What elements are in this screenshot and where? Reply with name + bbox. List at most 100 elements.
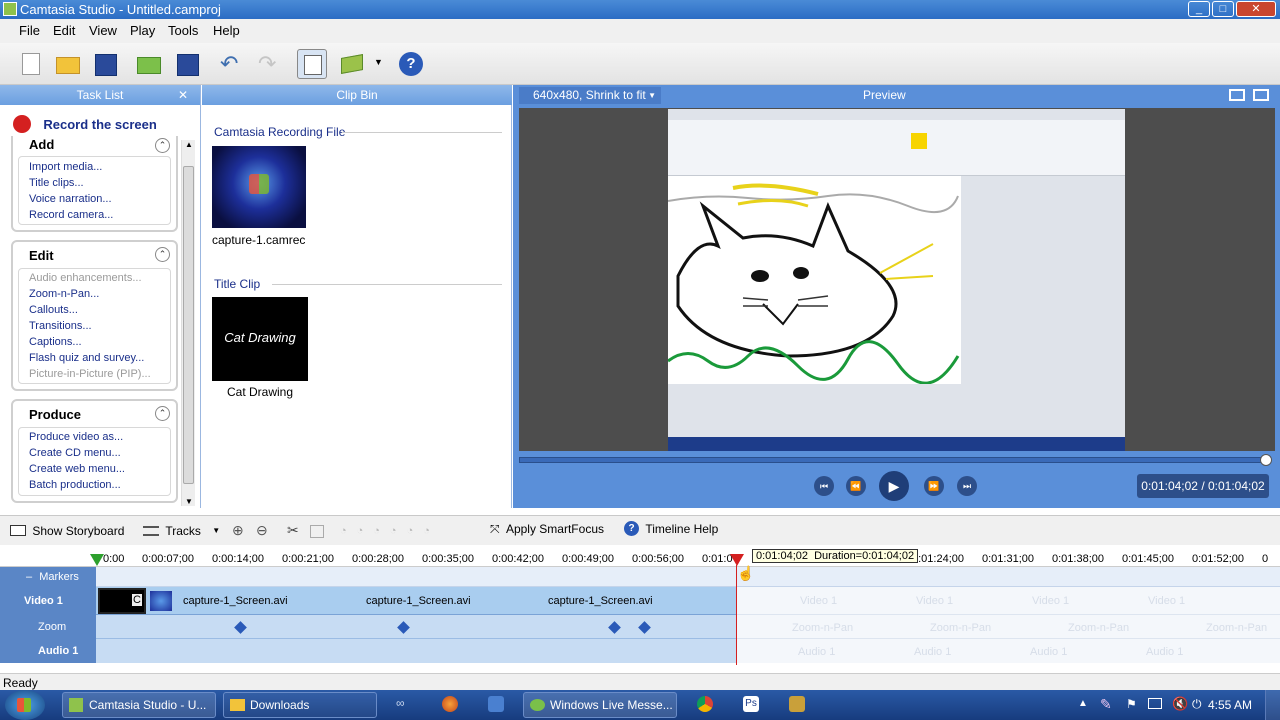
ghost-video-label: Video 1 xyxy=(800,595,838,607)
markers-lane[interactable] xyxy=(96,567,1280,587)
seek-handle[interactable] xyxy=(1260,454,1272,466)
callouts-link[interactable]: Callouts... xyxy=(29,304,78,316)
apply-smartfocus-button[interactable]: ⤧ Apply SmartFocus xyxy=(490,522,604,537)
collapse-edit-icon[interactable]: ⌃ xyxy=(155,247,170,262)
power-icon[interactable]: ⏻ xyxy=(1192,697,1202,712)
zoom-n-pan-link[interactable]: Zoom-n-Pan... xyxy=(29,288,99,300)
collapse-add-icon[interactable]: ⌃ xyxy=(155,138,170,153)
title-clip-thumbnail[interactable]: Cat Drawing xyxy=(212,297,308,381)
import-media-button[interactable] xyxy=(134,49,164,79)
taskbar-messenger[interactable]: Windows Live Messe... xyxy=(523,692,677,718)
fast-forward-button[interactable]: ⏩ xyxy=(924,476,944,496)
scroll-up-icon[interactable]: ▲ xyxy=(185,140,193,149)
audio1-track-header[interactable]: Audio 1 xyxy=(0,639,96,663)
tray-chevron-icon[interactable]: ▲ xyxy=(1078,698,1088,709)
pen-icon[interactable]: ✎ xyxy=(1100,696,1112,713)
help-button[interactable]: ? xyxy=(396,49,426,79)
maximize-button[interactable]: □ xyxy=(1212,1,1234,17)
voice-narration-link[interactable]: Voice narration... xyxy=(29,193,112,205)
split-icon[interactable] xyxy=(310,525,324,538)
new-project-button[interactable] xyxy=(16,49,46,79)
record-screen-link[interactable]: Record the screen xyxy=(13,115,157,133)
title-clip-on-timeline[interactable]: C xyxy=(98,588,146,614)
chrome-icon[interactable] xyxy=(697,696,713,712)
audio1-lane[interactable] xyxy=(96,639,736,663)
timeline-help-button[interactable]: ? Timeline Help xyxy=(624,521,718,537)
folder-icon xyxy=(230,699,245,711)
markers-track-header[interactable]: – Markers xyxy=(0,567,96,587)
scroll-thumb[interactable] xyxy=(183,166,194,484)
record-camera-link[interactable]: Record camera... xyxy=(29,209,113,221)
play-button[interactable]: ▶ xyxy=(879,471,909,501)
menu-view[interactable]: View xyxy=(89,23,117,38)
batch-production-link[interactable]: Batch production... xyxy=(29,479,121,491)
audio-enhancements-link[interactable]: Audio enhancements... xyxy=(29,272,142,284)
ghost-zoom-label: Zoom-n-Pan xyxy=(792,622,854,634)
produce-video-link[interactable]: Produce video as... xyxy=(29,431,123,443)
jump-end-button[interactable]: ⏭ xyxy=(957,476,977,496)
zoom-out-icon[interactable]: ⊖ xyxy=(256,522,268,539)
task-list-scrollbar[interactable]: ▲ ▼ xyxy=(181,140,195,506)
scroll-down-icon[interactable]: ▼ xyxy=(185,497,193,506)
video-clip-label-3[interactable]: capture-1_Screen.avi xyxy=(548,595,653,607)
open-project-button[interactable] xyxy=(53,49,83,79)
preview-seek-bar[interactable] xyxy=(519,457,1269,463)
timeline-toolbar: Show Storyboard Tracks ▼ ⊕ ⊖ ✂ ◔◔◔◔◔◔ ⤧ … xyxy=(0,515,1280,545)
create-web-menu-link[interactable]: Create web menu... xyxy=(29,463,125,475)
taskbar-camtasia[interactable]: Camtasia Studio - U... xyxy=(62,692,216,718)
picture-in-picture-link[interactable]: Picture-in-Picture (PIP)... xyxy=(29,368,151,380)
show-desktop-button[interactable] xyxy=(1265,690,1280,720)
clock[interactable]: 4:55 AM xyxy=(1208,698,1252,712)
ruler-tick-11: 0:01:31;00 xyxy=(982,553,1034,565)
menu-tools[interactable]: Tools xyxy=(168,23,198,38)
transitions-link[interactable]: Transitions... xyxy=(29,320,92,332)
show-storyboard-button[interactable]: Show Storyboard xyxy=(10,523,124,538)
camrec-thumbnail[interactable] xyxy=(212,146,306,228)
flag-icon[interactable]: ⚑ xyxy=(1126,697,1137,711)
jump-start-button[interactable]: ⏮ xyxy=(814,476,834,496)
network-icon[interactable] xyxy=(1148,698,1162,709)
taskbar-downloads[interactable]: Downloads xyxy=(223,692,377,718)
import-media-link[interactable]: Import media... xyxy=(29,161,102,173)
task-list-toggle-button[interactable] xyxy=(297,49,327,79)
zoom-in-icon[interactable]: ⊕ xyxy=(232,522,244,539)
video-clip-label-1[interactable]: capture-1_Screen.avi xyxy=(183,595,288,607)
zoom-track-header[interactable]: Zoom xyxy=(0,615,96,639)
captions-link[interactable]: Captions... xyxy=(29,336,82,348)
detach-preview-icon[interactable] xyxy=(1253,89,1269,101)
firefox-icon[interactable] xyxy=(442,696,458,712)
video-clip-label-2[interactable]: capture-1_Screen.avi xyxy=(366,595,471,607)
start-marker[interactable] xyxy=(90,554,104,566)
menu-play[interactable]: Play xyxy=(130,23,155,38)
video1-track-header[interactable]: 🔒 Video 1 xyxy=(0,587,96,632)
app-icon[interactable] xyxy=(488,696,504,712)
undo-button[interactable]: ↶ xyxy=(216,49,246,79)
preview-canvas[interactable] xyxy=(519,108,1275,451)
close-button[interactable]: ✕ xyxy=(1236,1,1276,17)
menu-file[interactable]: File xyxy=(19,23,40,38)
preview-size-select[interactable]: 640x480, Shrink to fit ▼ xyxy=(519,87,661,104)
link-icon[interactable]: ∞ xyxy=(396,696,412,712)
rewind-icon: ⏪ xyxy=(850,481,862,491)
save-all-button[interactable] xyxy=(173,49,203,79)
close-task-list-icon[interactable]: ✕ xyxy=(178,85,188,105)
title-clips-link[interactable]: Title clips... xyxy=(29,177,84,189)
photoshop-icon[interactable]: Ps xyxy=(743,696,759,712)
menu-edit[interactable]: Edit xyxy=(53,23,75,38)
fullscreen-icon[interactable] xyxy=(1229,89,1245,101)
cut-icon[interactable]: ✂ xyxy=(287,522,299,539)
volume-muted-icon[interactable]: 🔇 xyxy=(1172,696,1188,712)
flash-quiz-link[interactable]: Flash quiz and survey... xyxy=(29,352,144,364)
rewind-button[interactable]: ⏪ xyxy=(846,476,866,496)
create-cd-menu-link[interactable]: Create CD menu... xyxy=(29,447,121,459)
redo-button[interactable]: ↷ xyxy=(254,49,284,79)
tracks-button[interactable]: Tracks ▼ xyxy=(143,523,220,538)
collapse-produce-icon[interactable]: ⌃ xyxy=(155,406,170,421)
tool-icon[interactable] xyxy=(789,696,805,712)
start-button[interactable] xyxy=(5,690,45,720)
save-button[interactable] xyxy=(91,49,121,79)
menu-help[interactable]: Help xyxy=(213,23,240,38)
clip-bin-header: Clip Bin xyxy=(202,85,512,105)
produce-button[interactable]: ▼ xyxy=(337,49,385,79)
minimize-button[interactable]: _ xyxy=(1188,1,1210,17)
